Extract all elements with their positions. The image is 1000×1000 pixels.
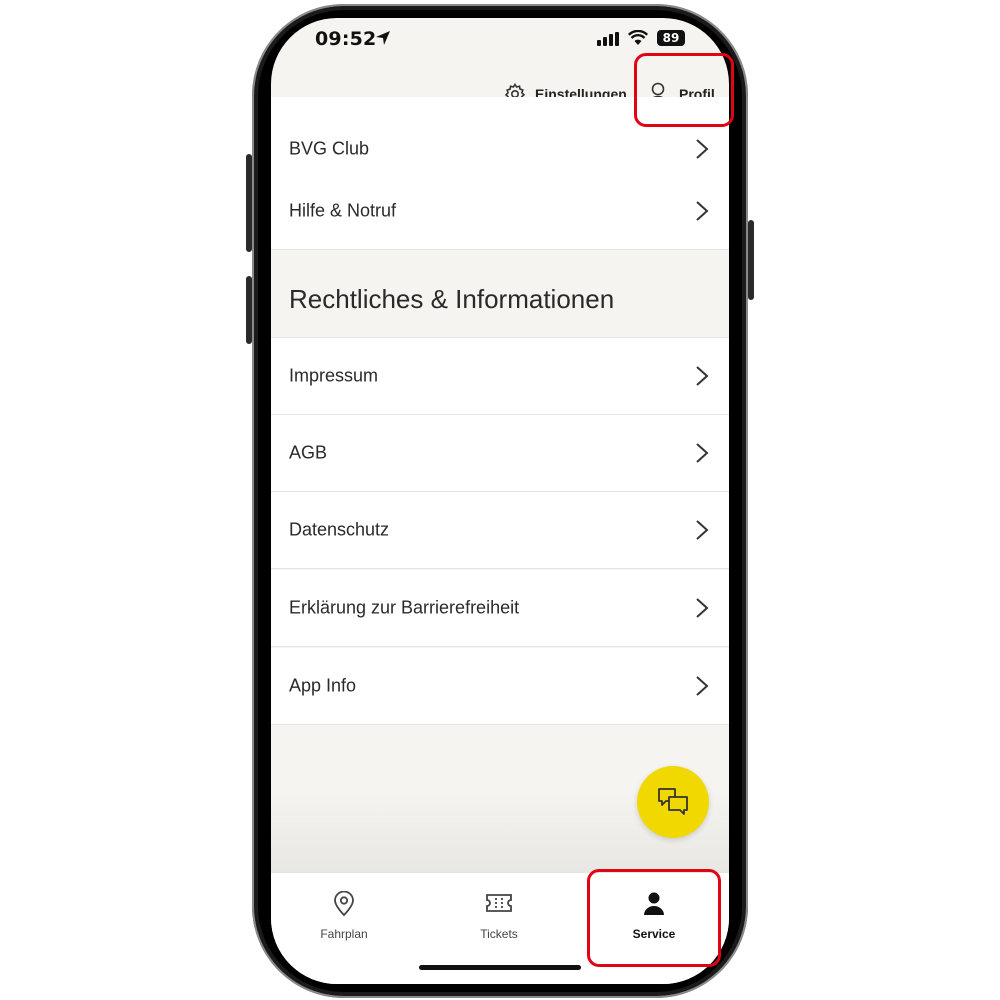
- section-title: Rechtliches & Informationen: [289, 284, 615, 314]
- home-indicator: [419, 965, 581, 970]
- menu-item-agb[interactable]: AGB: [271, 415, 729, 492]
- battery-indicator: 89: [657, 30, 685, 46]
- menu-item-barrierefreiheit[interactable]: Erklärung zur Barrierefreiheit: [271, 570, 729, 647]
- cellular-signal-icon: [597, 32, 619, 46]
- location-arrow-icon: [376, 31, 390, 45]
- service-tab-highlight: [587, 869, 721, 967]
- menu-item-datenschutz[interactable]: Datenschutz: [271, 492, 729, 569]
- menu-item-hilfe-notruf[interactable]: Hilfe & Notruf: [271, 173, 729, 250]
- map-pin-icon: [334, 891, 354, 917]
- chevron-right-icon: [696, 201, 709, 221]
- tab-fahrplan[interactable]: Fahrplan: [284, 887, 404, 947]
- menu-item-label: BVG Club: [289, 138, 370, 159]
- chevron-right-icon: [696, 676, 709, 696]
- menu-item-label: Hilfe & Notruf: [289, 200, 397, 221]
- status-time: 09:52: [315, 28, 377, 50]
- chevron-right-icon: [696, 366, 709, 386]
- ticket-icon: [486, 894, 512, 912]
- profile-highlight: [634, 53, 734, 127]
- wifi-icon: [628, 30, 648, 45]
- screen: 09:52 89 Einstellungen Profil BVG Club H…: [271, 18, 729, 984]
- menu-item-impressum[interactable]: Impressum: [271, 338, 729, 415]
- menu-item-label: Erklärung zur Barrierefreiheit: [289, 597, 520, 618]
- tab-label: Tickets: [480, 927, 518, 941]
- power-button: [748, 220, 754, 300]
- chevron-right-icon: [696, 520, 709, 540]
- action-button: [246, 154, 252, 252]
- menu-item-label: Datenschutz: [289, 519, 390, 540]
- menu-item-label: App Info: [289, 675, 357, 696]
- chevron-right-icon: [696, 139, 709, 159]
- tab-tickets[interactable]: Tickets: [439, 887, 559, 947]
- menu-item-label: AGB: [289, 442, 328, 463]
- menu-item-label: Impressum: [289, 365, 379, 386]
- tab-label: Fahrplan: [320, 927, 368, 941]
- chat-button[interactable]: [637, 766, 709, 838]
- volume-button: [246, 276, 252, 344]
- chat-bubbles-icon: [658, 788, 688, 815]
- chevron-right-icon: [696, 443, 709, 463]
- chevron-right-icon: [696, 598, 709, 618]
- menu-item-app-info[interactable]: App Info: [271, 648, 729, 725]
